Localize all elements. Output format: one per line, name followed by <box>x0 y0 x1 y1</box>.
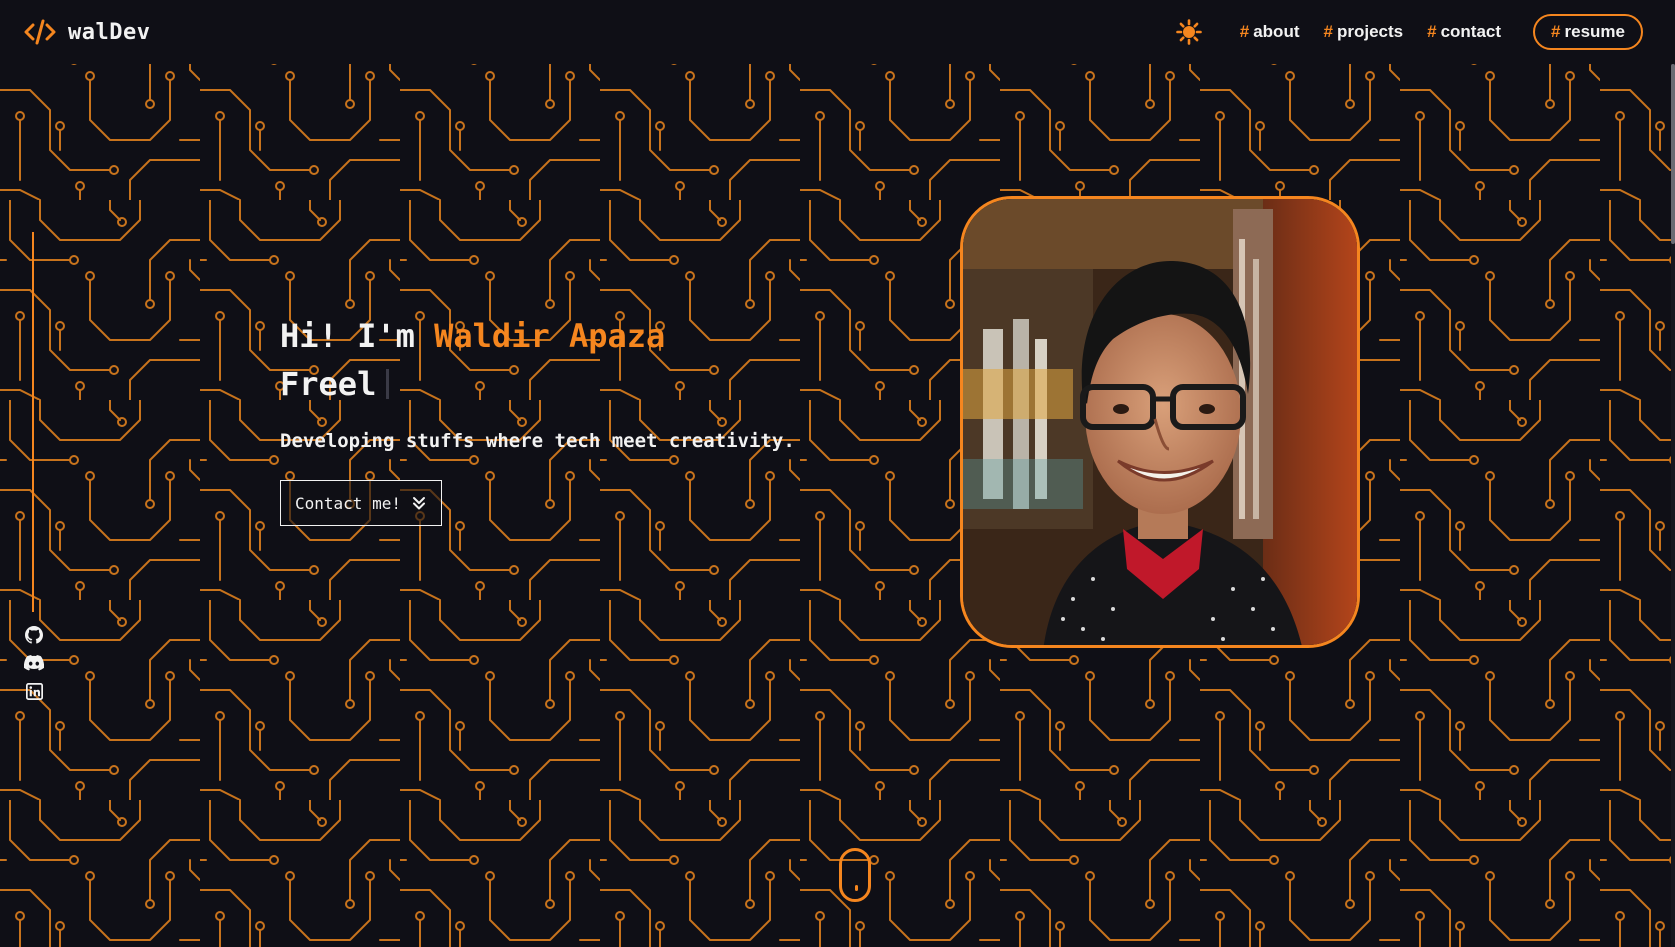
github-icon <box>25 626 43 644</box>
typed-role: Freel <box>280 360 795 408</box>
nav-about-label: about <box>1253 22 1300 41</box>
main-nav: # about # projects # contact # resume <box>1175 14 1643 50</box>
nav-contact-label: contact <box>1440 22 1502 41</box>
hero-heading: Hi! I'm Waldir Apaza <box>280 312 795 360</box>
greeting-text: Hi! I'm <box>280 317 435 355</box>
github-link[interactable] <box>24 626 44 644</box>
social-links <box>24 626 44 700</box>
scroll-down-indicator[interactable] <box>839 848 871 902</box>
nav-hash: # <box>1239 22 1250 41</box>
nav-about-link[interactable]: # about <box>1240 22 1300 42</box>
hero-name: Waldir Apaza <box>434 317 666 355</box>
nav-hash: # <box>1427 22 1437 41</box>
profile-portrait <box>963 199 1357 645</box>
left-rail-line <box>32 232 34 612</box>
portfolio-page: walDev # about # projects # contact # re… <box>0 0 1675 947</box>
code-icon <box>24 18 56 46</box>
linkedin-icon <box>25 682 43 700</box>
contact-me-label: Contact me! <box>295 493 401 513</box>
brand[interactable]: walDev <box>24 18 150 46</box>
typed-role-text: Freel <box>280 365 377 403</box>
nav-hash: # <box>1323 22 1333 41</box>
nav-hash: # <box>1551 22 1561 41</box>
typing-caret <box>386 369 390 399</box>
linkedin-link[interactable] <box>24 682 44 700</box>
scroll-wheel <box>855 885 858 891</box>
nav-projects-link[interactable]: # projects <box>1324 22 1404 42</box>
circuit-background <box>0 0 1675 947</box>
top-navbar: walDev # about # projects # contact # re… <box>0 0 1675 64</box>
theme-toggle-button[interactable] <box>1175 19 1202 45</box>
resume-button[interactable]: # resume <box>1533 14 1643 50</box>
profile-photo <box>960 196 1360 648</box>
hero-section: Hi! I'm Waldir Apaza Freel Developing st… <box>280 312 795 526</box>
chevron-double-down-icon <box>412 497 425 510</box>
hero-tagline: Developing stuffs where tech meet creati… <box>280 430 795 452</box>
nav-contact-link[interactable]: # contact <box>1427 22 1501 42</box>
discord-icon <box>24 655 44 671</box>
nav-projects-label: projects <box>1336 22 1404 41</box>
scrollbar-thumb[interactable] <box>1671 64 1675 244</box>
brand-name: walDev <box>68 19 151 45</box>
discord-link[interactable] <box>24 654 44 672</box>
sun-icon <box>1175 19 1202 45</box>
resume-label: resume <box>1564 22 1625 41</box>
contact-me-button[interactable]: Contact me! <box>280 480 442 526</box>
